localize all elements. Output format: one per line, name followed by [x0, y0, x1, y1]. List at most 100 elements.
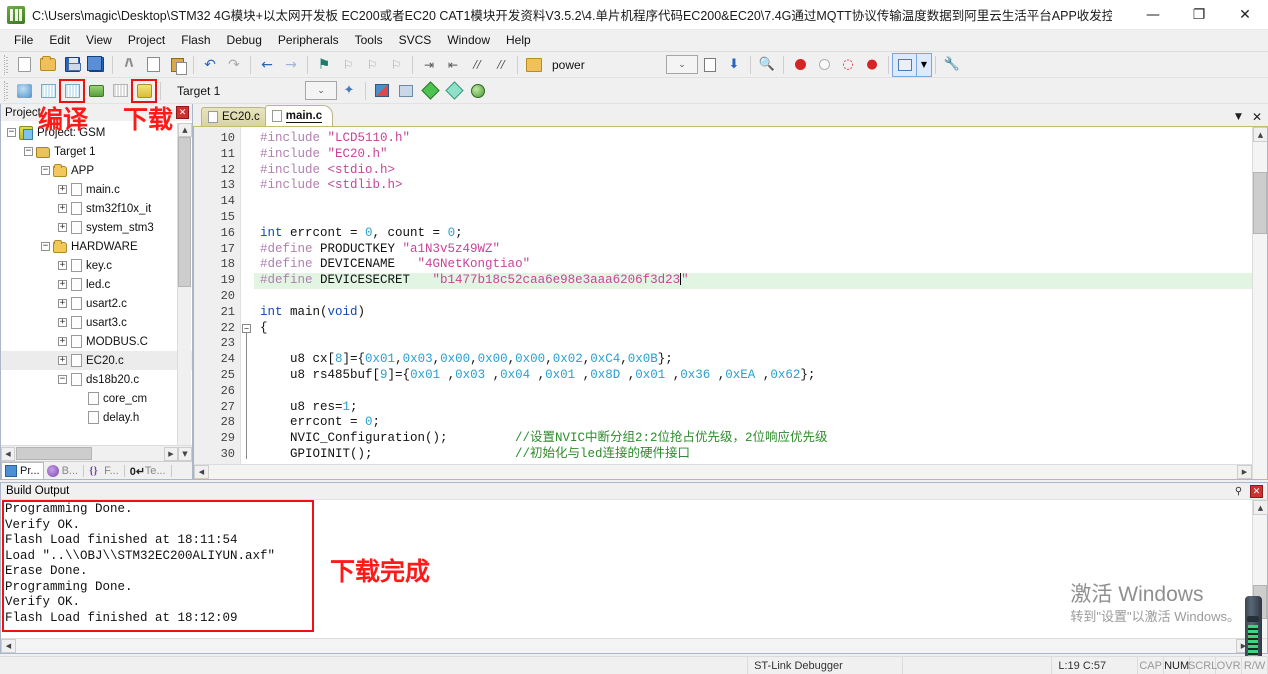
build-button[interactable] [36, 80, 60, 102]
expand-icon[interactable]: + [58, 223, 67, 232]
collapse-icon[interactable]: − [24, 147, 33, 156]
books-tab[interactable]: B... [44, 462, 82, 479]
expand-icon[interactable]: + [58, 356, 67, 365]
save-all-button[interactable] [84, 54, 108, 76]
expand-icon[interactable]: + [58, 280, 67, 289]
configure-button[interactable]: 🔧 [940, 54, 964, 76]
cut-button[interactable] [117, 54, 141, 76]
scroll-up-arrow[interactable]: ▲ [1253, 127, 1267, 142]
menu-help[interactable]: Help [498, 30, 539, 51]
disable-breakpoint-button[interactable] [812, 54, 836, 76]
tabbar-close-button[interactable]: ✕ [1252, 110, 1262, 124]
scroll-left-arrow[interactable]: ◀ [1, 446, 15, 461]
tree-item-modbus-c[interactable]: + MODBUS.C [1, 332, 192, 351]
code-text-area[interactable]: #include "LCD5110.h" #include "EC20.h" #in… [254, 127, 1267, 479]
editor-tab-ec20-c[interactable]: EC20.c [201, 107, 271, 126]
menu-project[interactable]: Project [120, 30, 173, 51]
code-folding-column[interactable]: − [241, 127, 254, 479]
collapse-icon[interactable]: − [41, 166, 50, 175]
scroll-dropdown-arrow[interactable]: ▼ [178, 446, 192, 461]
rebuild-all-button[interactable] [59, 78, 85, 103]
kill-all-breakpoints-button[interactable]: ● [860, 54, 884, 76]
copy-button[interactable] [141, 54, 165, 76]
build-output-text[interactable]: Programming Done. Verify OK. Flash Load fi… [1, 500, 1267, 638]
project-pane-close-button[interactable]: ✕ [176, 106, 189, 119]
bookmark-blue-button[interactable]: ⬇ [722, 54, 746, 76]
fold-toggle[interactable]: − [241, 323, 254, 340]
find-combo-value[interactable]: power [546, 58, 666, 72]
build-output-hscrollbar[interactable]: ◀ ▶ [1, 638, 1267, 653]
window-layout-dropdown[interactable]: ▼ [916, 52, 932, 77]
tree-item-main-c[interactable]: + main.c [1, 180, 192, 199]
scroll-right-arrow[interactable]: ▶ [1237, 465, 1252, 479]
comment-button[interactable]: // [465, 54, 489, 76]
project-tree-hscrollbar[interactable]: ◀ ▶ ▼ [1, 445, 192, 461]
pack-manager-button[interactable] [466, 80, 490, 102]
scroll-up-arrow[interactable]: ▲ [1253, 500, 1268, 515]
tree-item-target-1[interactable]: − Target 1 [1, 142, 192, 161]
tree-item-usart3-c[interactable]: + usart3.c [1, 313, 192, 332]
find-combo-dropdown[interactable]: ⌄ [666, 55, 698, 74]
tabbar-dropdown-button[interactable]: ▼ [1235, 112, 1242, 122]
menu-flash[interactable]: Flash [173, 30, 218, 51]
navigate-forward-button[interactable]: → [279, 54, 303, 76]
tree-item-system-stm3[interactable]: + system_stm3 [1, 218, 192, 237]
expand-icon[interactable]: + [58, 261, 67, 270]
scroll-right-arrow[interactable]: ▶ [164, 446, 178, 461]
open-options-button[interactable] [522, 54, 546, 76]
navigate-back-button[interactable]: ← [255, 54, 279, 76]
menu-window[interactable]: Window [439, 30, 498, 51]
undo-button[interactable]: ↶ [198, 54, 222, 76]
tree-item-app[interactable]: − APP [1, 161, 192, 180]
scroll-up-arrow[interactable]: ▲ [178, 123, 192, 137]
open-file-button[interactable] [36, 54, 60, 76]
expand-icon[interactable]: + [58, 299, 67, 308]
toolbar-grip[interactable] [4, 80, 10, 101]
tree-item-ds18b20-c[interactable]: − ds18b20.c [1, 370, 192, 389]
scroll-thumb[interactable] [178, 137, 191, 287]
tree-item-usart2-c[interactable]: + usart2.c [1, 294, 192, 313]
insert-breakpoint-button[interactable] [788, 54, 812, 76]
expand-icon[interactable]: + [58, 204, 67, 213]
collapse-icon[interactable]: − [41, 242, 50, 251]
code-editor[interactable]: 10 11 12 13 14 15 16 17 18 19 20 21 22 23 24 25 26 27 28 29… [193, 126, 1268, 480]
collapse-icon[interactable]: − [242, 323, 251, 333]
tree-item-project-gsm[interactable]: − Project: GSM [1, 123, 192, 142]
outdent-button[interactable]: ⇤ [441, 54, 465, 76]
hscroll-thumb[interactable] [16, 447, 92, 460]
tree-item-key-c[interactable]: + key.c [1, 256, 192, 275]
editor-vscrollbar[interactable]: ▲ [1252, 127, 1267, 479]
target-select-dropdown[interactable]: ⌄ [305, 81, 337, 100]
target-options-button[interactable]: ✦ [337, 80, 361, 102]
toolbar-grip[interactable] [4, 54, 10, 75]
tree-item-core-cm[interactable]: core_cm [1, 389, 192, 408]
project-tree-vscrollbar[interactable]: ▲ [177, 123, 192, 445]
close-button[interactable]: ✕ [1222, 0, 1268, 30]
target-select[interactable]: Target 1 [169, 81, 305, 100]
editor-tab-main-c[interactable]: main.c [264, 105, 334, 126]
redo-button[interactable]: ↷ [222, 54, 246, 76]
pack-installer-button[interactable] [442, 80, 466, 102]
download-button[interactable] [131, 78, 157, 103]
minimize-button[interactable]: — [1130, 0, 1176, 30]
scroll-left-arrow[interactable]: ◀ [194, 465, 209, 479]
previous-bookmark-button[interactable]: ⚐ [336, 54, 360, 76]
indent-button[interactable]: ⇥ [417, 54, 441, 76]
tree-item-led-c[interactable]: + led.c [1, 275, 192, 294]
editor-hscrollbar[interactable]: ◀ ▶ [194, 464, 1252, 479]
scroll-left-arrow[interactable]: ◀ [1, 639, 16, 653]
stop-build-button[interactable] [108, 80, 132, 102]
find-in-files-button[interactable]: 🔍 [755, 54, 779, 76]
new-file-button[interactable] [12, 54, 36, 76]
insert-file-button[interactable] [698, 54, 722, 76]
menu-edit[interactable]: Edit [41, 30, 78, 51]
menu-svcs[interactable]: SVCS [391, 30, 440, 51]
menu-file[interactable]: File [6, 30, 41, 51]
clear-bookmarks-button[interactable]: ⚐ [384, 54, 408, 76]
tree-item-stm32f10x-it[interactable]: + stm32f10x_it [1, 199, 192, 218]
menu-tools[interactable]: Tools [347, 30, 391, 51]
uncomment-button[interactable]: // [489, 54, 513, 76]
expand-icon[interactable]: + [58, 318, 67, 327]
window-layout-button[interactable] [892, 52, 918, 77]
functions-tab[interactable]: {} F... [86, 462, 122, 479]
